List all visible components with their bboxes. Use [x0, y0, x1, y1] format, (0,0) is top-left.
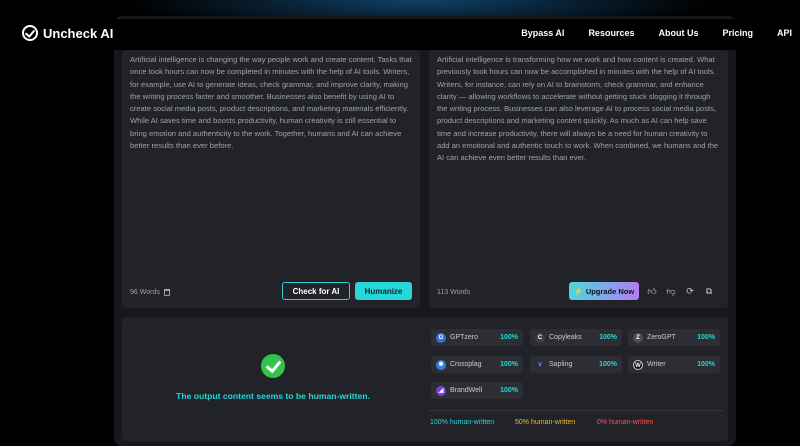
detector-pct: 100% [697, 334, 715, 341]
upgrade-now-button[interactable]: ⚡ Upgrade Now [569, 282, 639, 300]
nav-link-pricing[interactable]: Pricing [722, 28, 753, 38]
detector-name: Copyleaks [549, 334, 582, 341]
input-text[interactable]: Artificial intelligence is changing the … [130, 54, 412, 152]
check-circle-icon [261, 354, 285, 378]
detector-name: ZeroGPT [647, 334, 676, 341]
output-text[interactable]: Artificial intelligence is transforming … [437, 54, 720, 165]
refresh-icon[interactable]: ⟳ [685, 286, 695, 296]
brand-logo[interactable]: Uncheck AI [22, 25, 113, 41]
check-for-ai-button[interactable]: Check for AI [282, 282, 350, 300]
nav-link-about-us[interactable]: About Us [658, 28, 698, 38]
output-word-count: 113 Words [437, 289, 471, 296]
detector-name: Crossplag [450, 361, 482, 368]
detector-pct: 100% [599, 334, 617, 341]
bolt-icon: ⚡ [573, 286, 584, 296]
detector-name: Writer [647, 361, 666, 368]
legend-divider [429, 410, 723, 411]
output-actions: 👍︎ 👎︎ ⟳ ⧉ [647, 286, 714, 296]
result-message: The output content seems to be human-wri… [176, 391, 370, 401]
upgrade-now-label: Upgrade Now [585, 286, 635, 296]
detector-copyleaks: C Copyleaks 100% [530, 329, 622, 346]
brandwell-icon: ◢ [436, 385, 446, 396]
brand-name: Uncheck AI [43, 25, 114, 41]
nav-link-resources[interactable]: Resources [588, 28, 634, 38]
detector-pct: 100% [599, 361, 617, 368]
detector-pct: 100% [697, 361, 715, 368]
thumbs-down-icon[interactable]: 👎︎ [666, 286, 676, 296]
input-word-count-label: 96 Words [130, 289, 160, 296]
input-panel: Artificial intelligence is changing the … [122, 50, 420, 308]
detector-gptzero: G GPTzero 100% [431, 329, 523, 346]
detector-pct: 100% [500, 334, 518, 341]
copy-icon[interactable]: ⧉ [704, 286, 714, 296]
detector-sapling: ∨ Sapling 100% [530, 356, 622, 373]
thumbs-up-icon[interactable]: 👍︎ [647, 286, 657, 296]
detector-pct: 100% [500, 387, 518, 394]
nav-link-bypass-ai[interactable]: Bypass AI [521, 28, 564, 38]
detector-brandwell: ◢ BrandWell 100% [431, 382, 523, 399]
input-word-count: 96 Words [130, 289, 170, 296]
legend-50-human: 50% human-written [515, 419, 576, 426]
copyleaks-icon: C [535, 332, 545, 343]
detector-crossplag: ✱ Crossplag 100% [431, 356, 523, 373]
detector-pct: 100% [500, 361, 518, 368]
detector-zerogpt: Z ZeroGPT 100% [628, 329, 720, 346]
top-nav: Uncheck AI Bypass AI Resources About Us … [0, 19, 800, 50]
trash-icon[interactable] [163, 289, 170, 296]
zerogpt-icon: Z [633, 332, 643, 343]
writer-icon: W [633, 359, 643, 370]
logo-check-icon [22, 25, 38, 41]
output-panel: Artificial intelligence is transforming … [429, 50, 728, 308]
nav-link-api[interactable]: API [777, 28, 792, 38]
detector-name: GPTzero [450, 334, 479, 341]
detector-writer: W Writer 100% [628, 356, 720, 373]
gptzero-icon: G [436, 332, 446, 343]
nav-links: Bypass AI Resources About Us Pricing API [497, 28, 792, 38]
sapling-icon: ∨ [535, 359, 545, 370]
humanize-button[interactable]: Humanize [355, 282, 412, 300]
crossplag-icon: ✱ [436, 359, 446, 370]
legend-100-human: 100% human-written [430, 419, 495, 426]
detector-name: Sapling [549, 361, 573, 368]
detector-name: BrandWell [450, 387, 483, 394]
legend-0-human: 0% human-written [597, 419, 654, 426]
